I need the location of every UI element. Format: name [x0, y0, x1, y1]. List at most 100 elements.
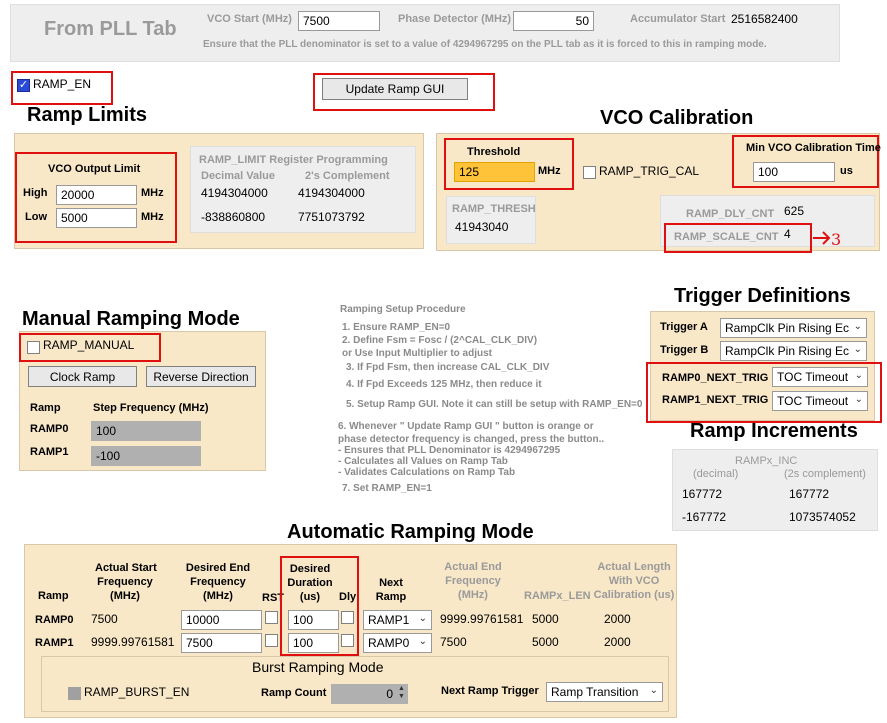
reverse-direction-button[interactable]: Reverse Direction: [146, 366, 256, 387]
ramp0-dly-checkbox[interactable]: [341, 611, 354, 624]
ramp1-next-trig-select[interactable]: TOC Timeout ⌄: [772, 391, 868, 411]
low-twos-value: 7751073792: [298, 210, 365, 224]
ramp-trig-cal-checkbox[interactable]: [583, 166, 596, 179]
ramp0-next-trig-select[interactable]: TOC Timeout ⌄: [772, 367, 868, 387]
ramp-en-checkbox[interactable]: ✓: [17, 79, 30, 92]
annotation-arrow-icon: [813, 231, 831, 245]
actual-end-header-2: Frequency: [445, 575, 501, 587]
auto-ramp-header: Ramp: [38, 590, 69, 602]
desired-duration-header-2: Duration: [287, 577, 333, 589]
inc-twos-header: (2s complement): [784, 468, 866, 480]
actual-start-header-2: Frequency: [97, 576, 153, 588]
ramp0-len: 5000: [532, 612, 559, 626]
ramp-increments-title: Ramp Increments: [690, 420, 858, 442]
procedure-line: - Ensures that PLL Denominator is 429496…: [338, 445, 561, 456]
auto-ramp1-label: RAMP1: [35, 637, 74, 649]
chevron-down-icon: ⌄: [418, 613, 427, 624]
actual-start-header-1: Actual Start: [95, 562, 157, 574]
chevron-down-icon: ⌄: [418, 636, 427, 647]
twos-complement-header: 2's Complement: [305, 170, 390, 182]
manual-ramp0-label: RAMP0: [30, 423, 69, 435]
desired-end-header-3: (MHz): [203, 590, 233, 602]
procedure-line: 1. Ensure RAMP_EN=0: [342, 322, 451, 333]
clock-ramp-button[interactable]: Clock Ramp: [28, 366, 137, 387]
ramp-manual-label: RAMP_MANUAL: [43, 338, 135, 352]
threshold-unit: MHz: [538, 165, 561, 177]
low-unit: MHz: [141, 211, 164, 223]
ramp-count-label: Ramp Count: [261, 687, 327, 699]
min-cal-time-unit: us: [840, 165, 853, 177]
actual-length-header-1: Actual Length: [597, 561, 671, 573]
ramp0-step-field[interactable]: 100: [91, 421, 201, 441]
next-ramp-trigger-select[interactable]: Ramp Transition ⌄: [546, 682, 663, 702]
procedure-line: - Validates Calculations on Ramp Tab: [338, 467, 516, 478]
procedure-line: - Calculates all Values on Ramp Tab: [338, 456, 508, 467]
ramp-count-spinner-icon[interactable]: ▲ ▼: [396, 685, 407, 703]
ramp-thresh-label: RAMP_THRESH: [452, 203, 536, 215]
trigger-b-select[interactable]: RampClk Pin Rising Ec ⌄: [720, 341, 867, 361]
rampx-len-header: RAMPx_LEN: [524, 590, 591, 602]
ramp1-rst-checkbox[interactable]: [265, 634, 278, 647]
next-ramp-header-1: Next: [379, 577, 403, 589]
procedure-line: 7. Set RAMP_EN=1: [342, 483, 432, 494]
ramp-manual-checkbox[interactable]: [27, 341, 40, 354]
procedure-line: 6. Whenever " Update Ramp GUI " button i…: [338, 421, 594, 432]
next-ramp-header-2: Ramp: [375, 591, 407, 603]
threshold-field[interactable]: 125: [454, 162, 535, 182]
ramp1-next-trig-value: TOC Timeout: [777, 394, 849, 408]
ramp0-next-trig-label: RAMP0_NEXT_TRIG: [662, 372, 769, 384]
update-ramp-gui-button[interactable]: Update Ramp GUI: [322, 78, 468, 100]
vco-start-label: VCO Start (MHz): [207, 13, 292, 25]
ramp1-len: 5000: [532, 635, 559, 649]
phase-detector-field[interactable]: 50: [513, 11, 594, 31]
desired-duration-header-1: Desired: [289, 563, 331, 575]
next-ramp-trigger-label: Next Ramp Trigger: [441, 685, 539, 697]
ramp0-actual-start: 7500: [91, 612, 118, 626]
ramp-count-value: 0: [386, 687, 393, 701]
ramp0-next-ramp-select[interactable]: RAMP1 ⌄: [363, 610, 432, 630]
annotation-number: 3: [831, 230, 842, 249]
ramp1-desired-end-field[interactable]: 7500: [181, 633, 262, 653]
actual-length-header-2: With VCO: [608, 575, 660, 587]
ramp0-rst-checkbox[interactable]: [265, 611, 278, 624]
ramp1-next-ramp-value: RAMP0: [368, 636, 410, 650]
ramp-thresh-value: 41943040: [455, 220, 509, 234]
actual-length-header-3: Calibration (us): [593, 589, 675, 601]
vco-output-limit-label: VCO Output Limit: [48, 163, 141, 175]
ramp1-actual-end: 7500: [440, 635, 467, 649]
automatic-ramping-title: Automatic Ramping Mode: [287, 521, 534, 543]
actual-start-header-3: (MHz): [110, 590, 140, 602]
ramp-en-label: RAMP_EN: [33, 77, 92, 91]
decimal-value-header: Decimal Value: [201, 170, 275, 182]
high-limit-field[interactable]: 20000: [56, 185, 137, 205]
trigger-a-select[interactable]: RampClk Pin Rising Ec ⌄: [720, 318, 867, 338]
low-limit-field[interactable]: 5000: [56, 208, 137, 228]
inc-ramp1-decimal: -167772: [682, 510, 727, 524]
ramp1-step-field[interactable]: -100: [91, 446, 201, 466]
inc-ramp0-twos: 167772: [789, 487, 830, 501]
dly-header: Dly: [339, 591, 357, 603]
phase-detector-label: Phase Detector (MHz): [398, 13, 512, 25]
high-label: High: [23, 187, 48, 199]
ramp1-actual-start: 9999.99761581: [91, 635, 175, 649]
ramp-burst-en-checkbox[interactable]: [68, 687, 81, 700]
ramp1-next-ramp-select[interactable]: RAMP0 ⌄: [363, 633, 432, 653]
ramp1-dly-checkbox[interactable]: [341, 634, 354, 647]
ramp-trig-cal-label: RAMP_TRIG_CAL: [599, 164, 700, 178]
ramp0-desired-end-field[interactable]: 10000: [181, 610, 262, 630]
chevron-down-icon: ⌄: [853, 344, 862, 355]
accumulator-start-value: 2516582400: [731, 12, 798, 26]
inc-ramp1-twos: 1073574052: [789, 510, 856, 524]
pll-denominator-note: Ensure that the PLL denominator is set t…: [203, 39, 767, 50]
ramp0-duration-field[interactable]: 100: [288, 610, 339, 630]
ramp1-duration-field[interactable]: 100: [288, 633, 339, 653]
ramp-scale-cnt-value: 4: [784, 227, 791, 241]
min-cal-time-field[interactable]: 100: [753, 162, 835, 182]
ramp-dly-cnt-label: RAMP_DLY_CNT: [686, 208, 775, 220]
low-decimal-value: -838860800: [201, 210, 266, 224]
rampx-inc-header: RAMPx_INC: [735, 455, 798, 467]
accumulator-start-label: Accumulator Start: [630, 13, 726, 25]
ramp0-next-ramp-value: RAMP1: [368, 613, 410, 627]
vco-start-field[interactable]: 7500: [298, 11, 380, 31]
procedure-line: or Use Input Multiplier to adjust: [342, 348, 492, 359]
